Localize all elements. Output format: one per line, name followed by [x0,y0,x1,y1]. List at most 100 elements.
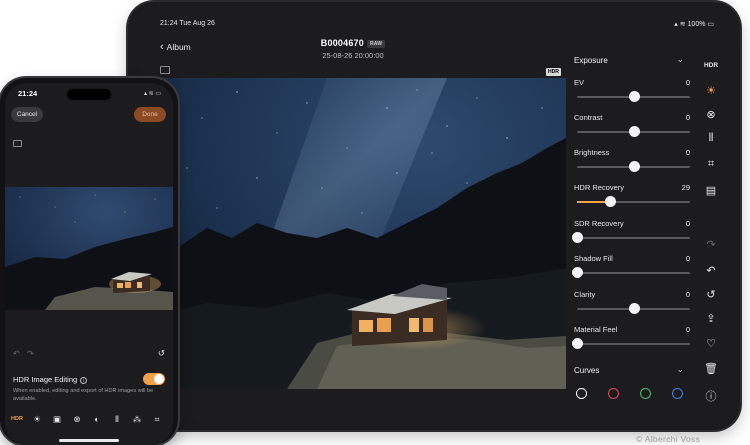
home-indicator [59,439,119,442]
slider-sdr-recovery[interactable]: SDR Recovery 0 [572,219,690,247]
slider-value: 29 [681,183,690,192]
hdr-tool-button[interactable]: HDR [10,416,24,422]
redo-icon[interactable]: ↷ [694,238,728,251]
hdr-badge: HDR [546,68,561,76]
slider-track[interactable] [577,343,690,345]
trash-icon[interactable]: 🗑 [694,362,728,375]
curves-section-header[interactable]: Curves [574,366,599,375]
crop-icon[interactable]: ⌗ [694,158,728,171]
done-button[interactable]: Done [134,107,166,122]
ipad-screen: 21:24 Tue Aug 26 ▴ ≋ 100% ▭ ‹ Album B0004… [140,14,728,418]
curve-blue-button[interactable] [672,388,683,399]
slider-label: EV [574,78,585,87]
curve-rgb-button[interactable] [576,388,587,399]
hdr-editing-row: HDR Image Editing i [13,375,88,384]
sun-icon[interactable]: ☀ [30,414,44,425]
exposure-section-header[interactable]: Exposure [574,56,608,65]
slider-value: 0 [685,148,690,157]
slider-thumb[interactable] [572,267,583,278]
slider-value: 0 [685,254,690,263]
raw-badge: RAW [366,39,386,48]
slider-hdr-recovery[interactable]: HDR Recovery 29 [574,183,690,211]
slider-thumb[interactable] [628,303,640,314]
share-icon[interactable]: ⇪ [694,312,728,325]
slider-value: 0 [685,290,690,299]
slider-track[interactable] [577,272,690,274]
slider-thumb[interactable] [604,196,616,207]
slider-brightness[interactable]: Brightness 0 [574,148,690,176]
curve-channel-picker [576,388,691,402]
slider-thumb[interactable] [572,338,583,349]
undo-icon[interactable]: ↶ [13,349,20,358]
color-mix-icon[interactable]: ⊗ [70,414,84,425]
hdr-editing-description: When enabled, editing and export of HDR … [13,388,154,402]
slider-track[interactable] [577,237,690,239]
chevron-down-icon[interactable]: ⌄ [676,364,684,375]
hdr-editing-toggle[interactable] [143,373,165,385]
night-cabin-photo-small [5,187,173,310]
reset-icon[interactable]: ↺ [158,348,165,359]
slider-value: 0 [685,219,690,228]
slider-thumb[interactable] [628,126,640,137]
curve-green-button[interactable] [640,388,651,399]
info-icon[interactable]: ⓘ [694,388,728,404]
slider-material-feel[interactable]: Material Feel 0 [572,325,690,353]
ipad-status-time: 21:24 Tue Aug 26 [160,20,215,27]
image-preview-icon[interactable] [160,66,170,74]
chevron-down-icon[interactable]: ⌄ [676,54,684,65]
layers-icon[interactable]: ▤ [694,184,728,197]
slider-thumb[interactable] [628,91,640,102]
slider-clarity[interactable]: Clarity 0 [574,290,690,318]
slider-label: HDR Recovery [574,183,625,192]
sun-icon[interactable]: ☀ [694,84,728,97]
ipad-photo-canvas[interactable] [147,78,566,389]
crop-icon[interactable]: ⌗ [150,414,164,425]
iphone-device: 21:24 ▴ ≋ ▭ Cancel Done ↶ ↷ ↺ HDR Image … [0,78,178,445]
iphone-photo-canvas[interactable] [5,187,173,310]
ipad-nav-bar: ‹ Album B0004670 RAW 25-08-26 20:00:00 [140,32,566,72]
heart-icon[interactable]: ♡ [694,337,728,350]
dynamic-island [67,89,111,100]
slider-label: SDR Recovery [574,219,624,228]
raw-tool-icon[interactable]: ▣ [50,414,64,425]
slider-shadow-fill[interactable]: Shadow Fill 0 [572,254,690,282]
undo-icon[interactable]: ↶ [694,264,728,277]
slider-label: Shadow Fill [574,254,613,263]
wave-icon[interactable]: ⦀ [694,132,728,145]
info-icon[interactable]: i [80,377,88,384]
slider-label: Clarity [574,290,596,299]
ipad-device: 21:24 Tue Aug 26 ▴ ≋ 100% ▭ ‹ Album B0004… [128,2,740,430]
ipad-status-battery: ▴ ≋ 100% ▭ [674,21,714,28]
photo-credit: © Alberchi Voss [636,434,701,444]
ipad-status-bar: 21:24 Tue Aug 26 ▴ ≋ 100% ▭ [140,14,728,32]
color-mix-icon[interactable]: ⊗ [694,108,728,121]
slider-thumb[interactable] [628,161,640,172]
tool-rail: HDR ☀ ⊗ ⦀ ⌗ ▤ ↷ ↶ ↺ ⇪ ♡ 🗑 ⓘ [694,32,728,418]
photo-title-block: B0004670 RAW 25-08-26 20:00:00 [140,38,566,60]
contrast-icon[interactable]: ◐ [90,414,104,424]
hdr-editing-label: HDR Image Editing [13,375,78,384]
slider-ev[interactable]: EV 0 [574,78,690,106]
wave-icon[interactable]: ⦀ [110,414,124,425]
image-preview-icon[interactable] [13,140,22,147]
slider-value: 0 [685,325,690,334]
photo-filename: B0004670 [320,38,364,48]
hdr-tool-button[interactable]: HDR [694,62,728,69]
photo-title: B0004670 RAW [140,38,566,48]
redo-icon[interactable]: ↷ [27,349,34,358]
slider-value: 0 [685,78,690,87]
slider-contrast[interactable]: Contrast 0 [574,113,690,141]
slider-thumb[interactable] [572,232,583,243]
cancel-button[interactable]: Cancel [11,107,43,122]
iphone-tool-bar: HDR ☀ ▣ ⊗ ◐ ⦀ ⁂ ⌗ [5,414,173,430]
slider-label: Material Feel [574,325,618,334]
effects-icon[interactable]: ⁂ [130,414,144,425]
iphone-status-icons: ▴ ≋ ▭ [143,91,161,97]
marketing-composite: 21:24 Tue Aug 26 ▴ ≋ 100% ▭ ‹ Album B0004… [0,0,750,445]
curve-red-button[interactable] [608,388,619,399]
battery-percent: 100% [687,21,706,28]
adjustments-panel: Exposure ⌄ EV 0 Contrast 0 Brightness 0 [566,32,694,418]
night-cabin-photo [147,78,566,389]
reset-icon[interactable]: ↺ [694,288,728,301]
iphone-status-time: 21:24 [18,89,38,98]
